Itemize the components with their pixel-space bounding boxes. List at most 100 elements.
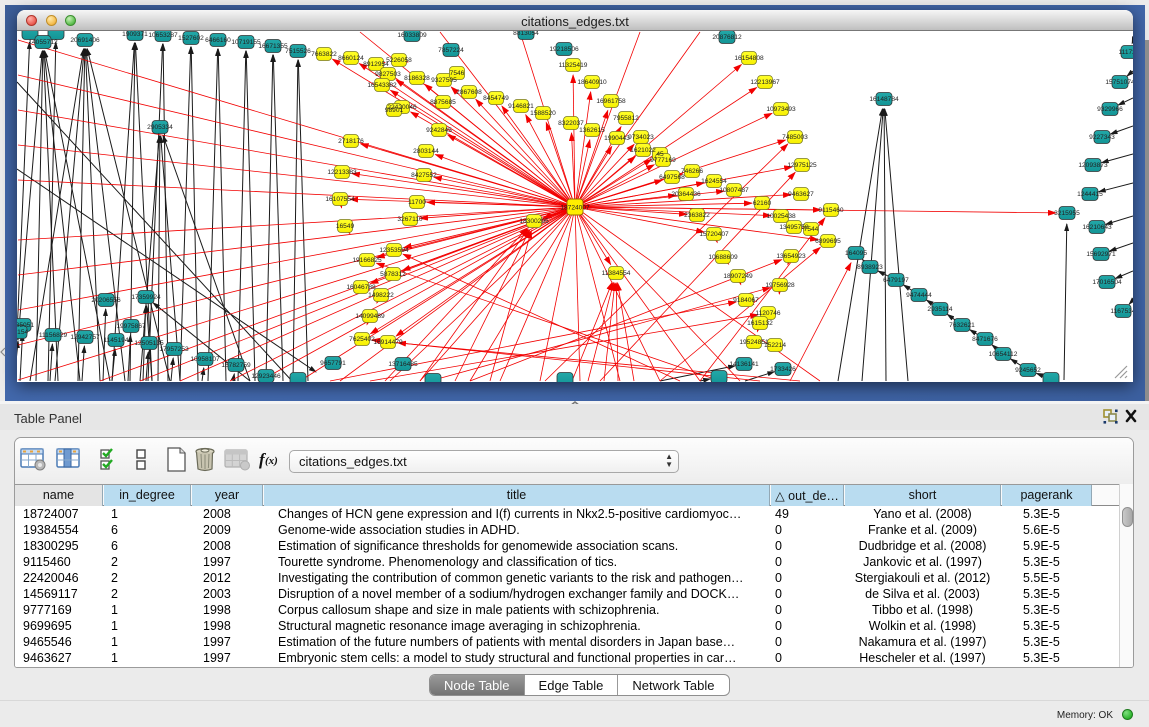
svg-text:11384554: 11384554 [602,270,631,277]
svg-text:9146821: 9146821 [508,103,534,110]
svg-text:19166825: 19166825 [352,257,382,264]
svg-text:111724: 111724 [1118,49,1133,56]
svg-text:15751074: 15751074 [1105,79,1133,86]
svg-text:7632621: 7632621 [949,322,975,329]
svg-text:2867608: 2867608 [456,89,482,96]
svg-text:16148784: 16148784 [869,96,899,103]
svg-text:3267110: 3267110 [397,216,423,223]
svg-text:7625402: 7625402 [349,336,375,343]
svg-text:39154: 39154 [17,329,28,336]
svg-text:12975125: 12975125 [787,162,817,169]
svg-text:7955812: 7955812 [613,115,639,122]
svg-text:2718176: 2718176 [338,138,364,145]
svg-text:20876812: 20876812 [712,34,742,41]
svg-text:11156829: 11156829 [39,332,68,339]
svg-text:9327505: 9327505 [431,77,457,84]
svg-text:98901: 98901 [385,107,404,114]
svg-text:9184067: 9184067 [733,297,759,304]
svg-text:985051: 985051 [17,322,34,329]
svg-text:1615132: 1615132 [747,320,773,327]
svg-text:16549: 16549 [336,223,355,230]
svg-text:16543382: 16543382 [367,82,397,89]
svg-text:7515526: 7515526 [285,48,311,55]
svg-text:7544: 7544 [804,226,819,233]
svg-text:19218506: 19218506 [549,46,579,53]
svg-text:1167534: 1167534 [1110,308,1133,315]
svg-text:1527602: 1527602 [178,35,204,42]
svg-text:2935114: 2935114 [927,306,953,313]
svg-text:16914479: 16914479 [373,339,403,346]
svg-text:9329966: 9329966 [1097,106,1123,113]
svg-text:2905334: 2905334 [147,124,173,131]
svg-text:1909371: 1909371 [122,31,148,38]
svg-text:18300295: 18300295 [519,218,549,225]
svg-text:15720407: 15720407 [699,231,729,238]
svg-text:2363822: 2363822 [684,212,710,219]
svg-text:9227343: 9227343 [1089,134,1115,141]
svg-text:10688609: 10688609 [708,254,738,261]
svg-text:8427552: 8427552 [411,172,437,179]
svg-text:9777169: 9777169 [650,157,676,164]
svg-text:17016504: 17016504 [1092,279,1122,286]
svg-text:12353594: 12353594 [379,247,409,254]
svg-text:2803144: 2803144 [413,148,439,155]
svg-text:1621022: 1621022 [630,147,656,154]
svg-text:1145194: 1145194 [103,337,129,344]
svg-text:7485003: 7485003 [782,134,808,141]
svg-text:17957253: 17957253 [159,346,189,353]
svg-text:3215955: 3215955 [1054,210,1080,217]
svg-text:5226058: 5226058 [386,57,412,64]
svg-text:1362615: 1362615 [579,127,605,134]
svg-text:1120746: 1120746 [755,310,781,317]
svg-text:16671355: 16671355 [258,43,288,50]
svg-text:8322037: 8322037 [558,120,584,127]
svg-text:20691406: 20691406 [70,37,100,44]
svg-text:8875685: 8875685 [430,99,456,106]
svg-text:11325419: 11325419 [559,62,588,69]
svg-text:10653287: 10653287 [148,32,178,39]
svg-text:12213383: 12213383 [327,169,357,176]
svg-text:18907249: 18907249 [723,273,753,280]
svg-text:164095: 164095 [845,250,867,257]
svg-text:20364436: 20364436 [671,191,701,198]
svg-text:17359924: 17359924 [131,294,161,301]
svg-text:1990443: 1990443 [604,135,630,142]
svg-text:16107554: 16107554 [325,196,355,203]
svg-text:12923446: 12923446 [251,373,281,380]
svg-text:1498222: 1498222 [368,292,394,299]
svg-text:20206556: 20206556 [91,297,121,304]
svg-text:19756928: 19756928 [765,282,795,289]
svg-text:19975867: 19975867 [116,323,146,330]
svg-text:9115460: 9115460 [818,207,844,214]
svg-text:9242845: 9242845 [426,127,452,134]
svg-text:8186328: 8186328 [404,75,430,82]
svg-text:15692971: 15692971 [1086,251,1116,258]
svg-text:62160: 62160 [753,200,772,207]
svg-text:7546: 7546 [450,70,465,77]
svg-text:1733426: 1733426 [770,366,796,373]
svg-text:1624554: 1624554 [701,178,727,185]
svg-text:10025438: 10025438 [766,213,796,220]
svg-text:8660124: 8660124 [338,55,364,62]
svg-text:9734023: 9734023 [628,134,654,141]
svg-text:5878312: 5878312 [380,271,406,278]
svg-text:7663822: 7663822 [311,51,337,58]
svg-text:14055712: 14055712 [28,39,58,46]
svg-text:16046788: 16046788 [346,284,376,291]
svg-text:16033809: 16033809 [397,32,427,39]
svg-text:11700: 11700 [408,199,426,206]
svg-text:10654112: 10654112 [989,351,1018,358]
svg-text:152214: 152214 [764,342,786,349]
svg-text:13716485: 13716485 [388,361,418,368]
svg-text:9657791: 9657791 [320,360,346,367]
svg-text:6479197: 6479197 [883,277,909,284]
svg-text:746266: 746266 [681,168,703,175]
svg-text:18640910: 18640910 [577,79,607,86]
svg-text:8454749: 8454749 [483,95,509,102]
svg-text:16961758: 16961758 [596,98,626,105]
svg-text:8813054: 8813054 [513,31,539,37]
svg-text:9474444: 9474444 [906,292,932,299]
svg-text:7857224: 7857224 [438,47,464,54]
svg-text:(x): (x) [265,455,278,467]
svg-text:13654923: 13654923 [776,253,806,260]
